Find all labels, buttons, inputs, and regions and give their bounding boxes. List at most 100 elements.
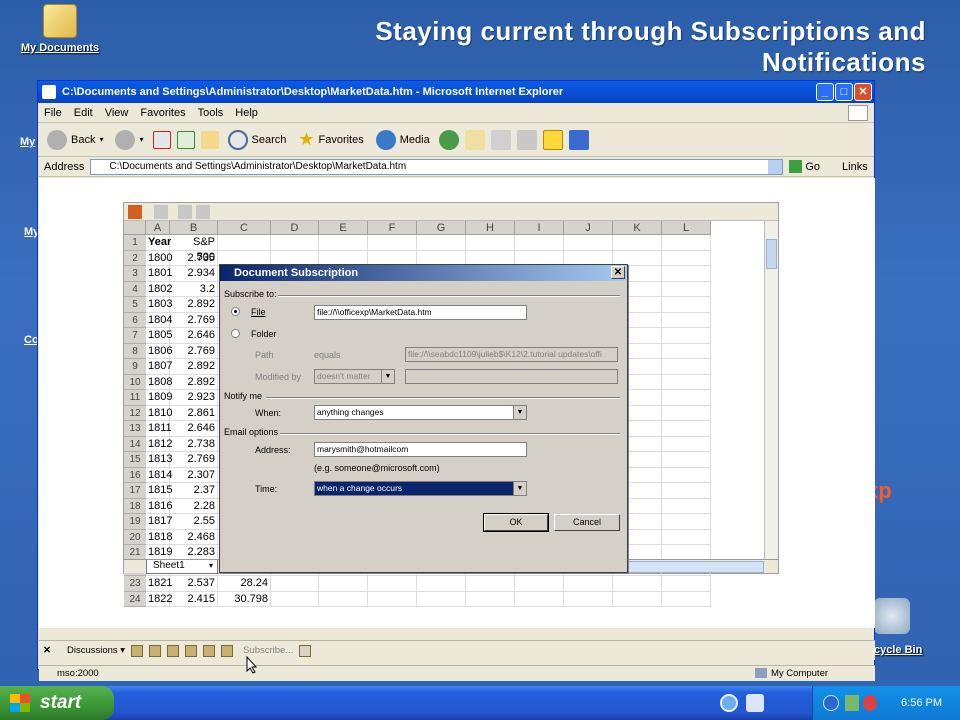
column-header[interactable]: I (515, 221, 564, 235)
table-cell[interactable] (662, 514, 711, 530)
discussions-menu[interactable]: Discussions ▾ (67, 645, 125, 656)
menu-view[interactable]: View (105, 107, 129, 119)
table-cell[interactable] (466, 591, 515, 607)
table-cell[interactable] (662, 328, 711, 344)
discuss-icon[interactable] (542, 129, 563, 150)
search-button[interactable]: Search (225, 129, 290, 150)
tray-users-icon[interactable] (845, 695, 859, 711)
row-header[interactable]: 14 (124, 436, 146, 452)
select-all-corner[interactable] (124, 221, 146, 235)
table-cell[interactable] (319, 576, 368, 592)
clock[interactable]: 6:56 PM (901, 697, 942, 709)
refresh-icon[interactable] (176, 130, 195, 149)
favorites-button[interactable]: ★ Favorites (295, 129, 366, 150)
table-cell[interactable]: 3.2 (170, 281, 218, 297)
table-cell[interactable]: 1818 (146, 529, 172, 545)
forward-button[interactable]: ▾ (112, 129, 146, 150)
email-address-input[interactable]: marysmith@hotmailcom (314, 442, 527, 457)
undo-icon[interactable] (154, 205, 168, 219)
table-cell[interactable]: Year (146, 235, 171, 251)
tray-expand-icon[interactable] (823, 695, 839, 711)
row-header[interactable]: 4 (124, 281, 146, 297)
table-cell[interactable] (662, 343, 711, 359)
my-documents-desktop-icon[interactable]: My Documents (14, 4, 106, 54)
table-cell[interactable] (271, 235, 319, 251)
media-button[interactable]: Media (373, 129, 433, 150)
modified-by-input[interactable] (405, 369, 618, 384)
ie-quicklaunch-icon[interactable] (720, 694, 738, 712)
recycle-bin-icon[interactable] (874, 598, 910, 634)
print-icon[interactable] (490, 129, 511, 150)
office-logo-icon[interactable] (128, 205, 142, 219)
file-radio-label[interactable]: File (251, 307, 266, 317)
table-cell[interactable] (662, 576, 711, 592)
column-header[interactable]: J (564, 221, 613, 235)
table-cell[interactable]: 1806 (146, 343, 172, 359)
go-button[interactable]: Go (789, 160, 820, 173)
table-cell[interactable]: 2.307 (170, 467, 218, 483)
table-cell[interactable]: 2.892 (170, 297, 218, 313)
dialog-close-button[interactable]: ✕ (611, 266, 625, 279)
folder-radio-label[interactable]: Folder (251, 329, 277, 339)
table-cell[interactable] (368, 591, 417, 607)
table-cell[interactable]: 2.468 (170, 529, 218, 545)
time-select[interactable]: when a change occurs ▼ (314, 481, 527, 496)
table-cell[interactable]: 2.923 (170, 390, 218, 406)
table-cell[interactable]: 1801 (146, 266, 172, 282)
row-header[interactable]: 20 (124, 529, 146, 545)
table-cell[interactable]: S&P 500 (170, 235, 218, 263)
table-cell[interactable] (662, 297, 711, 313)
menu-edit[interactable]: Edit (74, 107, 93, 119)
table-cell[interactable] (662, 359, 711, 375)
vertical-scrollbar[interactable] (764, 221, 778, 561)
row-header[interactable]: 3 (124, 266, 146, 282)
refresh-discussions-icon[interactable] (221, 644, 234, 657)
table-cell[interactable]: 2.769 (170, 312, 218, 328)
minimize-button[interactable]: _ (816, 83, 834, 101)
address-dropdown-icon[interactable] (768, 159, 783, 174)
table-cell[interactable] (515, 591, 564, 607)
table-cell[interactable] (515, 235, 564, 251)
table-cell[interactable]: 2.646 (170, 328, 218, 344)
menu-help[interactable]: Help (235, 107, 258, 119)
table-cell[interactable] (662, 436, 711, 452)
table-cell[interactable] (515, 576, 564, 592)
table-cell[interactable]: 2.537 (170, 576, 218, 592)
when-select[interactable]: anything changes ▼ (314, 405, 527, 420)
table-cell[interactable] (368, 576, 417, 592)
cancel-button[interactable]: Cancel (554, 514, 620, 531)
table-cell[interactable] (417, 591, 466, 607)
table-cell[interactable] (662, 405, 711, 421)
table-cell[interactable]: 2.892 (170, 359, 218, 375)
table-cell[interactable]: 2.738 (170, 436, 218, 452)
row-header[interactable]: 23 (124, 576, 146, 592)
table-cell[interactable] (662, 483, 711, 499)
table-cell[interactable]: 2.415 (170, 591, 218, 607)
table-cell[interactable]: 30.798 (218, 591, 271, 607)
column-header[interactable]: F (368, 221, 417, 235)
table-cell[interactable] (271, 576, 319, 592)
table-cell[interactable] (417, 235, 466, 251)
table-cell[interactable]: 2.55 (170, 514, 218, 530)
folder-path-input[interactable]: file://\\seabdc1109\julieb$\K12\2.tutori… (405, 347, 618, 362)
table-cell[interactable]: 1814 (146, 467, 172, 483)
row-header[interactable]: 5 (124, 297, 146, 313)
menu-favorites[interactable]: Favorites (140, 107, 185, 119)
table-cell[interactable]: 1808 (146, 374, 172, 390)
row-header[interactable]: 19 (124, 514, 146, 530)
vertical-scroll-thumb[interactable] (766, 239, 777, 269)
edit-icon[interactable] (516, 129, 537, 150)
table-cell[interactable] (466, 576, 515, 592)
table-cell[interactable] (319, 591, 368, 607)
column-header[interactable]: K (613, 221, 662, 235)
row-header[interactable]: 11 (124, 390, 146, 406)
table-cell[interactable]: 1809 (146, 390, 172, 406)
table-cell[interactable] (662, 266, 711, 282)
table-cell[interactable] (613, 235, 662, 251)
table-cell[interactable]: 2.934 (170, 266, 218, 282)
table-cell[interactable] (613, 591, 662, 607)
modified-by-select[interactable]: doesn't matter ▼ (314, 369, 395, 384)
row-header[interactable]: 12 (124, 405, 146, 421)
row-header[interactable]: 24 (124, 591, 146, 607)
table-cell[interactable] (564, 591, 613, 607)
